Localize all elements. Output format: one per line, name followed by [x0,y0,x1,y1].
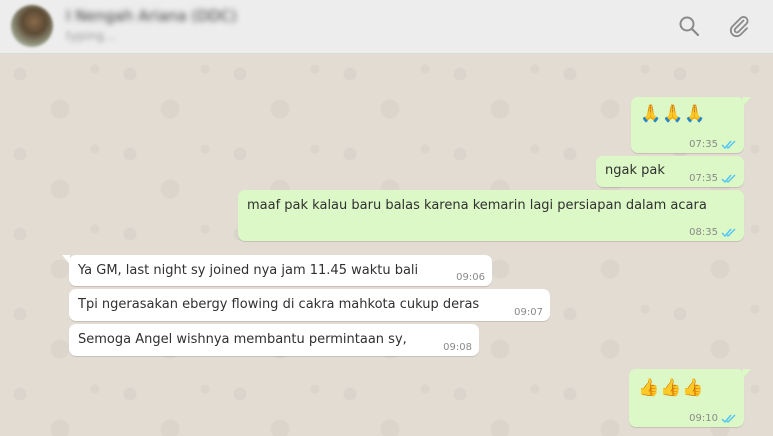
message-outgoing[interactable]: ngak pak 07:35 [596,156,744,187]
message-time: 08:35 [689,227,718,238]
contact-status: typing... [66,29,116,43]
search-icon[interactable] [677,14,701,38]
double-check-icon [721,414,736,424]
message-time: 07:35 [689,139,718,150]
message-text: 🙏🙏🙏 [640,104,707,124]
double-check-icon [721,174,736,184]
chat-header: I Nengah Ariana (DDC) typing... [0,0,773,54]
message-text: Semoga Angel wishnya membantu permintaan… [78,332,407,347]
message-text: ngak pak [605,163,665,178]
message-outgoing[interactable]: 🙏🙏🙏 07:35 [631,97,751,153]
message-time: 09:10 [689,413,718,424]
paperclip-icon[interactable] [727,14,751,38]
message-time: 09:07 [514,307,543,318]
message-time: 07:35 [689,173,718,184]
contact-avatar[interactable] [11,5,53,47]
message-outgoing[interactable]: 👍👍👍 09:10 [629,369,751,427]
message-text: Ya GM, last night sy joined nya jam 11.4… [78,263,419,278]
double-check-icon [721,140,736,150]
double-check-icon [721,228,736,238]
contact-name[interactable]: I Nengah Ariana (DDC) [66,7,237,25]
message-text: Tpi ngerasakan ebergy flowing di cakra m… [78,297,480,312]
message-list[interactable]: 🙏🙏🙏 07:35 ngak pak 07:35 maaf pak kalau … [0,54,773,436]
message-time: 09:06 [456,272,485,283]
message-text: 👍👍👍 [638,378,705,398]
message-incoming[interactable]: Semoga Angel wishnya membantu permintaan… [69,324,479,356]
message-incoming[interactable]: Ya GM, last night sy joined nya jam 11.4… [62,255,492,286]
message-text: maaf pak kalau baru balas karena kemarin… [247,198,707,213]
message-incoming[interactable]: Tpi ngerasakan ebergy flowing di cakra m… [69,289,550,321]
message-time: 09:08 [443,342,472,353]
message-outgoing[interactable]: maaf pak kalau baru balas karena kemarin… [238,190,744,241]
